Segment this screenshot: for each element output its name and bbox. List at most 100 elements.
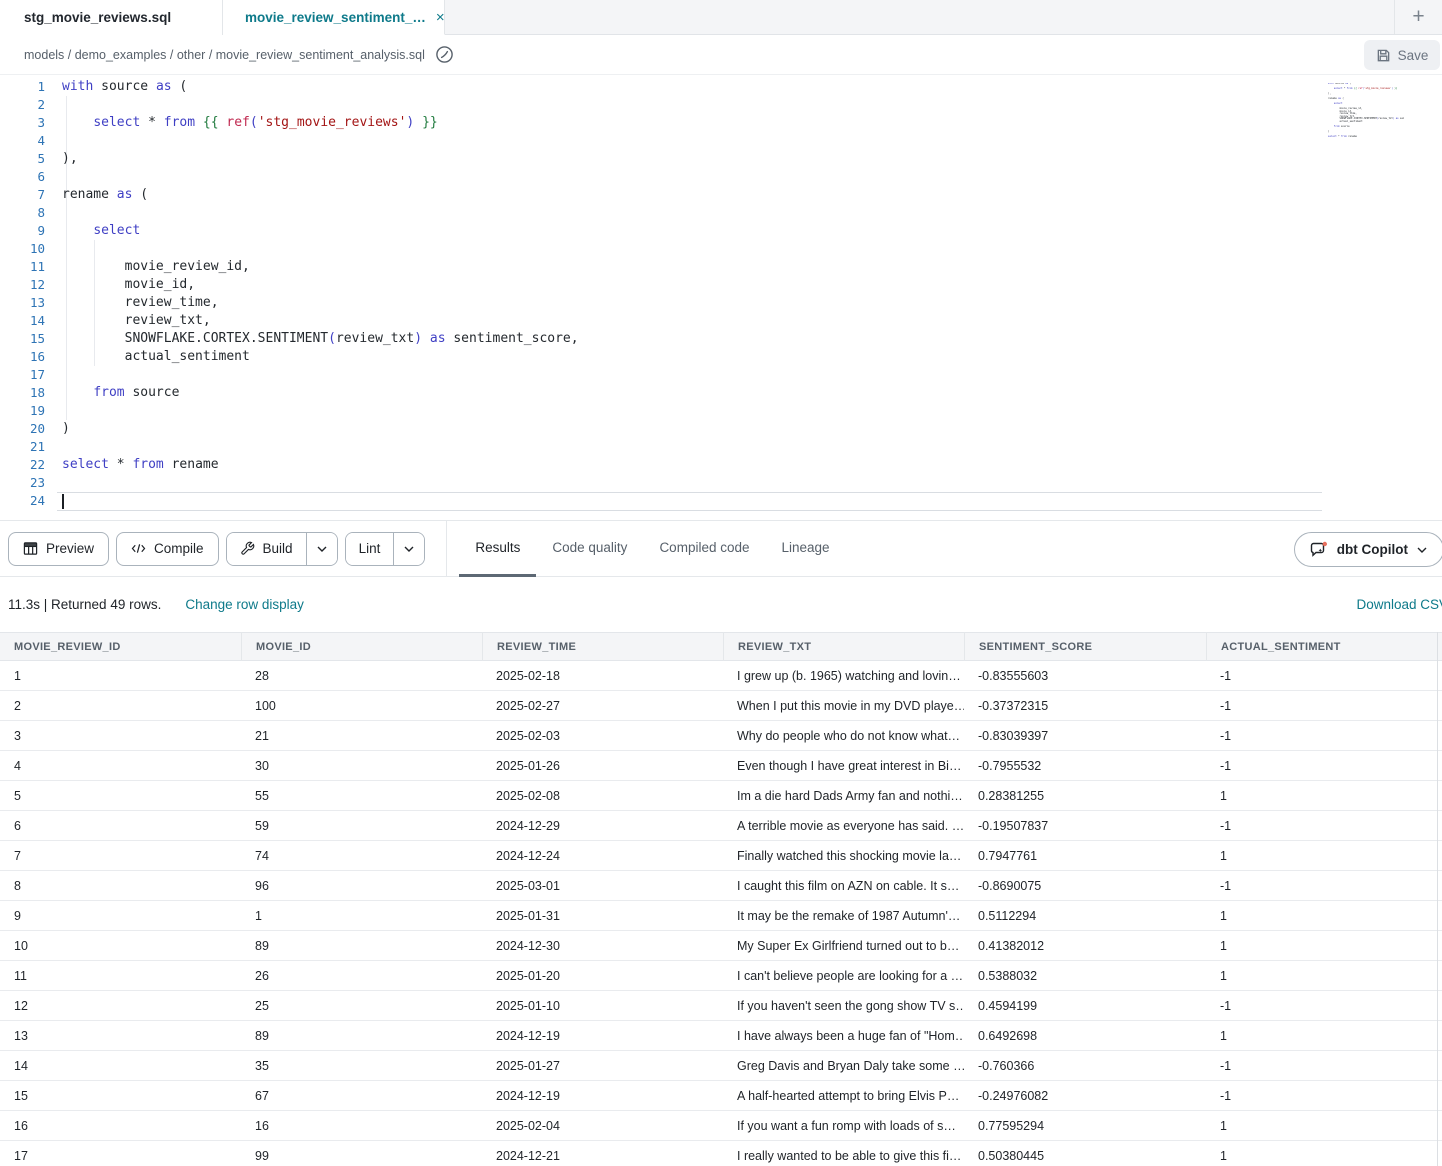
results-table-header: MOVIE_REVIEW_ID MOVIE_ID REVIEW_TIME REV…	[0, 632, 1442, 661]
table-cell: 21	[241, 729, 482, 743]
code-line[interactable]: 4	[0, 132, 1442, 150]
table-cell: 4	[0, 759, 241, 773]
table-cell: 0.6492698	[964, 1029, 1206, 1043]
code-line[interactable]: 12 movie_id,	[0, 276, 1442, 294]
plus-icon: +	[1412, 5, 1424, 29]
table-cell: 25	[241, 999, 482, 1013]
table-cell: 16	[0, 1119, 241, 1133]
tab-results[interactable]: Results	[459, 521, 536, 577]
build-dropdown-button[interactable]	[306, 533, 337, 565]
table-cell: My Super Ex Girlfriend turned out to b…	[723, 939, 964, 953]
table-row: 11262025-01-20I can't believe people are…	[0, 961, 1442, 991]
code-line[interactable]: 17	[0, 366, 1442, 384]
table-cell: A half-hearted attempt to bring Elvis P…	[723, 1089, 964, 1103]
table-row: 10892024-12-30My Super Ex Girlfriend tur…	[0, 931, 1442, 961]
minimap[interactable]: with source as ( select * from {{ ref('s…	[1328, 83, 1404, 141]
table-cell: 67	[241, 1089, 482, 1103]
compile-button[interactable]: Compile	[116, 532, 219, 566]
save-button[interactable]: Save	[1364, 40, 1440, 70]
table-cell: If you haven't seen the gong show TV s…	[723, 999, 964, 1013]
table-cell: 1	[1206, 1119, 1442, 1133]
table-cell: 8	[0, 879, 241, 893]
code-line[interactable]: 9 select	[0, 222, 1442, 240]
table-cell: -0.8690075	[964, 879, 1206, 893]
chevron-down-icon	[317, 546, 327, 552]
table-cell: 0.28381255	[964, 789, 1206, 803]
preview-button[interactable]: Preview	[8, 532, 109, 566]
table-cell: 89	[241, 939, 482, 953]
line-number: 7	[0, 186, 45, 204]
line-number: 23	[0, 474, 45, 492]
table-cell: 2025-02-27	[482, 699, 723, 713]
code-line[interactable]: 24	[0, 492, 1442, 510]
code-line[interactable]: 13 review_time,	[0, 294, 1442, 312]
chevron-down-icon	[404, 546, 414, 552]
build-button[interactable]: Build	[227, 533, 306, 565]
table-cell: 2024-12-24	[482, 849, 723, 863]
table-cell: 2024-12-21	[482, 1149, 723, 1163]
code-line[interactable]: 8	[0, 204, 1442, 222]
table-cell: 1	[0, 669, 241, 683]
code-line[interactable]: 19	[0, 402, 1442, 420]
code-line[interactable]: 20)	[0, 420, 1442, 438]
table-cell: 2025-02-03	[482, 729, 723, 743]
table-cell: 0.7947761	[964, 849, 1206, 863]
code-line[interactable]: 6	[0, 168, 1442, 186]
code-line[interactable]: 14 review_txt,	[0, 312, 1442, 330]
code-line[interactable]: 16 actual_sentiment	[0, 348, 1442, 366]
lint-button[interactable]: Lint	[346, 533, 394, 565]
tab-movie-review-sentiment[interactable]: movie_review_sentiment_… ×	[223, 0, 445, 35]
close-tab-icon[interactable]: ×	[436, 9, 445, 26]
table-cell: 1	[1206, 1029, 1442, 1043]
table-cell: -0.83039397	[964, 729, 1206, 743]
code-line[interactable]: 21	[0, 438, 1442, 456]
code-editor[interactable]: 1with source as (23 select * from {{ ref…	[0, 75, 1442, 520]
table-cell: 1	[1206, 909, 1442, 923]
download-csv-link[interactable]: Download CSV	[1356, 597, 1442, 612]
code-line[interactable]: 5),	[0, 150, 1442, 168]
line-number: 18	[0, 384, 45, 402]
table-cell: 2024-12-30	[482, 939, 723, 953]
table-cell: 6	[0, 819, 241, 833]
tab-code-quality[interactable]: Code quality	[536, 521, 643, 577]
code-line[interactable]: 23	[0, 474, 1442, 492]
code-line[interactable]: 10	[0, 240, 1442, 258]
table-cell: 2025-02-04	[482, 1119, 723, 1133]
save-label: Save	[1398, 48, 1429, 63]
code-line[interactable]: 15 SNOWFLAKE.CORTEX.SENTIMENT(review_txt…	[0, 330, 1442, 348]
save-icon	[1376, 48, 1391, 63]
code-line[interactable]: 2	[0, 96, 1442, 114]
lint-label: Lint	[359, 541, 381, 556]
table-cell: 2025-03-01	[482, 879, 723, 893]
chevron-down-icon	[1417, 547, 1427, 553]
tab-compiled-code[interactable]: Compiled code	[643, 521, 765, 577]
copilot-badge-icon[interactable]	[435, 45, 454, 64]
tab-label: Compiled code	[659, 540, 749, 555]
table-cell: I really wanted to be able to give this …	[723, 1149, 964, 1163]
tab-label: Results	[475, 540, 520, 555]
table-cell: 3	[0, 729, 241, 743]
new-tab-button[interactable]: +	[1394, 0, 1442, 34]
dbt-copilot-button[interactable]: dbt Copilot	[1294, 532, 1442, 567]
lint-dropdown-button[interactable]	[393, 533, 424, 565]
tab-stg-movie-reviews[interactable]: stg_movie_reviews.sql	[0, 0, 223, 35]
table-cell: 5	[0, 789, 241, 803]
code-line[interactable]: 11 movie_review_id,	[0, 258, 1442, 276]
table-cell: -0.83555603	[964, 669, 1206, 683]
table-cell: -1	[1206, 1059, 1442, 1073]
code-line[interactable]: 3 select * from {{ ref('stg_movie_review…	[0, 114, 1442, 132]
tab-lineage[interactable]: Lineage	[766, 521, 846, 577]
table-cell: Greg Davis and Bryan Daly take some …	[723, 1059, 964, 1073]
toolbar-divider	[446, 520, 447, 577]
table-row: 6592024-12-29A terrible movie as everyon…	[0, 811, 1442, 841]
table-cell: 1	[1206, 849, 1442, 863]
code-line[interactable]: 1with source as (	[0, 78, 1442, 96]
table-cell: Why do people who do not know what…	[723, 729, 964, 743]
code-line[interactable]: 22select * from rename	[0, 456, 1442, 474]
table-row: 8962025-03-01I caught this film on AZN o…	[0, 871, 1442, 901]
change-row-display-link[interactable]: Change row display	[185, 597, 304, 612]
code-line[interactable]: 18 from source	[0, 384, 1442, 402]
minimap-content: with source as ( select * from {{ ref('s…	[1328, 83, 1404, 141]
code-line[interactable]: 7rename as (	[0, 186, 1442, 204]
tab-label: movie_review_sentiment_…	[245, 10, 426, 25]
